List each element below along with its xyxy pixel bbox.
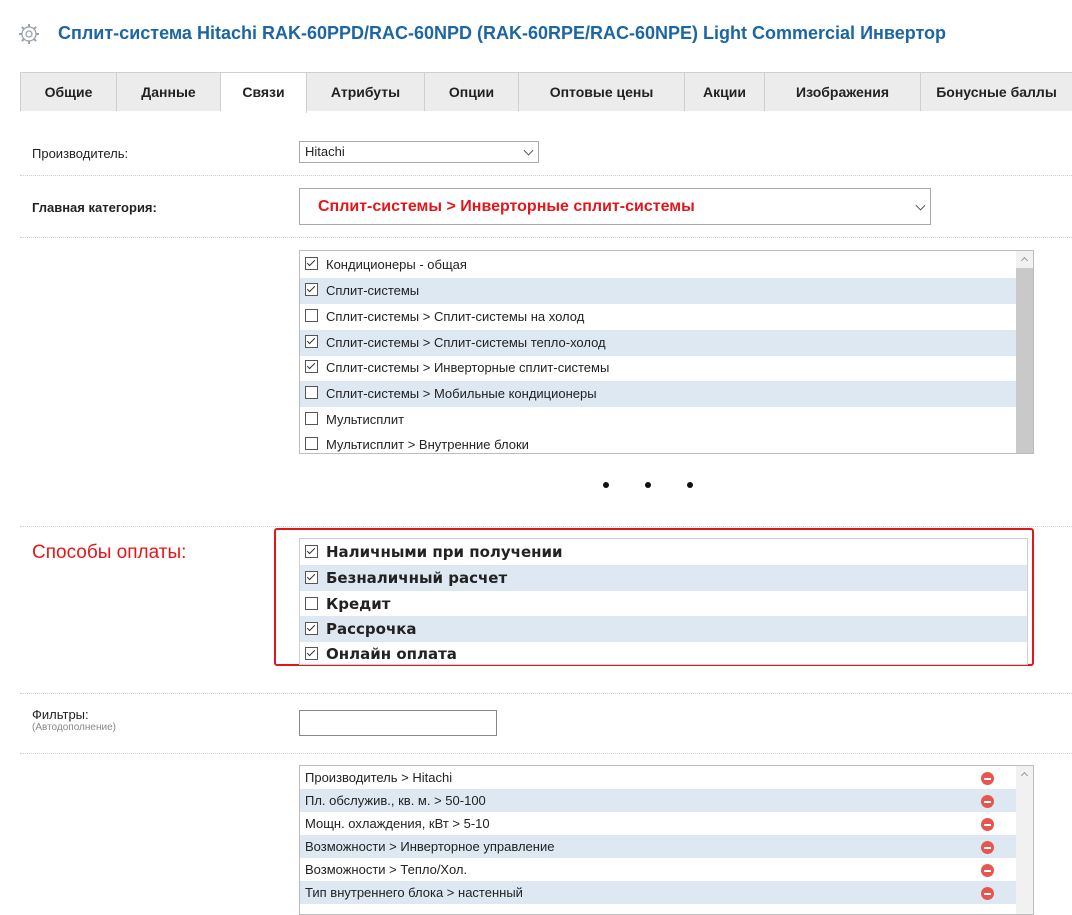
remove-icon[interactable] bbox=[981, 864, 994, 877]
remove-icon[interactable] bbox=[981, 818, 994, 831]
scrollbar[interactable] bbox=[1016, 766, 1033, 914]
tab-options[interactable]: Опции bbox=[425, 73, 519, 111]
payment-option[interactable]: Рассрочка bbox=[300, 616, 1027, 642]
payment-methods-list[interactable]: Наличными при получении Безналичный расч… bbox=[299, 538, 1028, 665]
filter-item: Возможности > Тепло/Хол. bbox=[300, 858, 1016, 881]
checkbox[interactable] bbox=[305, 545, 318, 558]
category-item[interactable]: Сплит-системы > Сплит-системы тепло-холо… bbox=[300, 330, 1016, 356]
checkbox[interactable] bbox=[305, 283, 318, 296]
filters-hint: (Автодополнение) bbox=[32, 722, 116, 733]
scroll-up-icon[interactable] bbox=[1016, 251, 1033, 268]
checkbox[interactable] bbox=[305, 647, 318, 660]
divider bbox=[20, 693, 1072, 694]
checkbox[interactable] bbox=[305, 571, 318, 584]
page-title: Сплит-система Hitachi RAK-60PPD/RAC-60NP… bbox=[58, 23, 947, 43]
checkbox[interactable] bbox=[305, 622, 318, 635]
checkbox[interactable] bbox=[305, 386, 318, 399]
remove-icon[interactable] bbox=[981, 841, 994, 854]
tab-wholesale-prices[interactable]: Оптовые цены bbox=[519, 73, 685, 111]
tab-bar: Общие Данные Связи Атрибуты Опции Оптовы… bbox=[20, 72, 1072, 113]
checkbox[interactable] bbox=[305, 360, 318, 373]
payment-option[interactable]: Безналичный расчет bbox=[300, 565, 1027, 591]
filter-item: Пл. обслужив., кв. м. > 50-100 bbox=[300, 789, 1016, 812]
tab-attributes[interactable]: Атрибуты bbox=[307, 73, 425, 111]
payment-option[interactable]: Наличными при получении bbox=[300, 539, 1027, 565]
payment-option[interactable]: Онлайн оплата bbox=[300, 641, 1027, 664]
filter-item: Тип внутреннего блока > настенный bbox=[300, 881, 1016, 904]
checkbox[interactable] bbox=[305, 437, 318, 450]
tab-links[interactable]: Связи bbox=[221, 73, 307, 113]
checkbox[interactable] bbox=[305, 309, 318, 322]
checkbox[interactable] bbox=[305, 412, 318, 425]
scrollbar[interactable] bbox=[1016, 251, 1033, 453]
tab-general[interactable]: Общие bbox=[21, 73, 117, 111]
filters-label: Фильтры: bbox=[32, 707, 89, 722]
filter-item: Мощн. охлаждения, кВт > 5-10 bbox=[300, 812, 1016, 835]
ellipsis-dots bbox=[603, 482, 693, 492]
manufacturer-label: Производитель: bbox=[32, 146, 129, 161]
page-header: Сплит-система Hitachi RAK-60PPD/RAC-60NP… bbox=[0, 0, 1072, 64]
manufacturer-value: Hitachi bbox=[305, 144, 345, 159]
divider bbox=[20, 175, 1072, 176]
filter-item: Возможности > Инверторное управление bbox=[300, 835, 1016, 858]
category-item[interactable]: Кондиционеры - общая bbox=[300, 252, 1016, 278]
chevron-down-icon bbox=[915, 200, 926, 211]
checkbox[interactable] bbox=[305, 597, 318, 610]
main-category-value: Сплит-системы > Инверторные сплит-систем… bbox=[318, 198, 695, 215]
category-item[interactable]: Сплит-системы > Мобильные кондиционеры bbox=[300, 381, 1016, 407]
category-item[interactable]: Сплит-системы > Инверторные сплит-систем… bbox=[300, 355, 1016, 381]
filter-item: Производитель > Hitachi bbox=[300, 766, 1016, 789]
tab-promotions[interactable]: Акции bbox=[685, 73, 765, 111]
tab-data[interactable]: Данные bbox=[117, 73, 221, 111]
divider bbox=[20, 753, 1072, 754]
main-category-label: Главная категория: bbox=[32, 200, 157, 215]
remove-icon[interactable] bbox=[981, 772, 994, 785]
main-category-select[interactable]: Сплит-системы > Инверторные сплит-систем… bbox=[299, 188, 931, 225]
category-item[interactable]: Мультисплит bbox=[300, 407, 1016, 433]
tab-bonus-points[interactable]: Бонусные баллы bbox=[921, 73, 1072, 111]
filters-list[interactable]: Производитель > Hitachi Пл. обслужив., к… bbox=[299, 765, 1034, 915]
gear-icon bbox=[19, 24, 39, 44]
checkbox[interactable] bbox=[305, 257, 318, 270]
category-item[interactable]: Сплит-системы > Сплит-системы на холод bbox=[300, 304, 1016, 330]
divider bbox=[20, 237, 1072, 238]
payment-methods-label: Способы оплаты: bbox=[32, 542, 187, 563]
filters-input[interactable] bbox=[299, 710, 497, 736]
manufacturer-select[interactable]: Hitachi bbox=[299, 141, 539, 163]
payment-option[interactable]: Кредит bbox=[300, 591, 1027, 617]
remove-icon[interactable] bbox=[981, 795, 994, 808]
checkbox[interactable] bbox=[305, 335, 318, 348]
links-form: Производитель: Hitachi Главная категория… bbox=[0, 110, 1072, 915]
category-item[interactable]: Сплит-системы bbox=[300, 278, 1016, 304]
tab-images[interactable]: Изображения bbox=[765, 73, 921, 111]
categories-list[interactable]: Кондиционеры - общая Сплит-системы Сплит… bbox=[299, 250, 1034, 454]
scroll-up-icon[interactable] bbox=[1016, 766, 1033, 783]
chevron-down-icon bbox=[523, 145, 534, 156]
category-item[interactable]: Мультисплит > Внутренние блоки bbox=[300, 432, 1016, 453]
divider bbox=[20, 526, 1072, 527]
remove-icon[interactable] bbox=[981, 887, 994, 900]
